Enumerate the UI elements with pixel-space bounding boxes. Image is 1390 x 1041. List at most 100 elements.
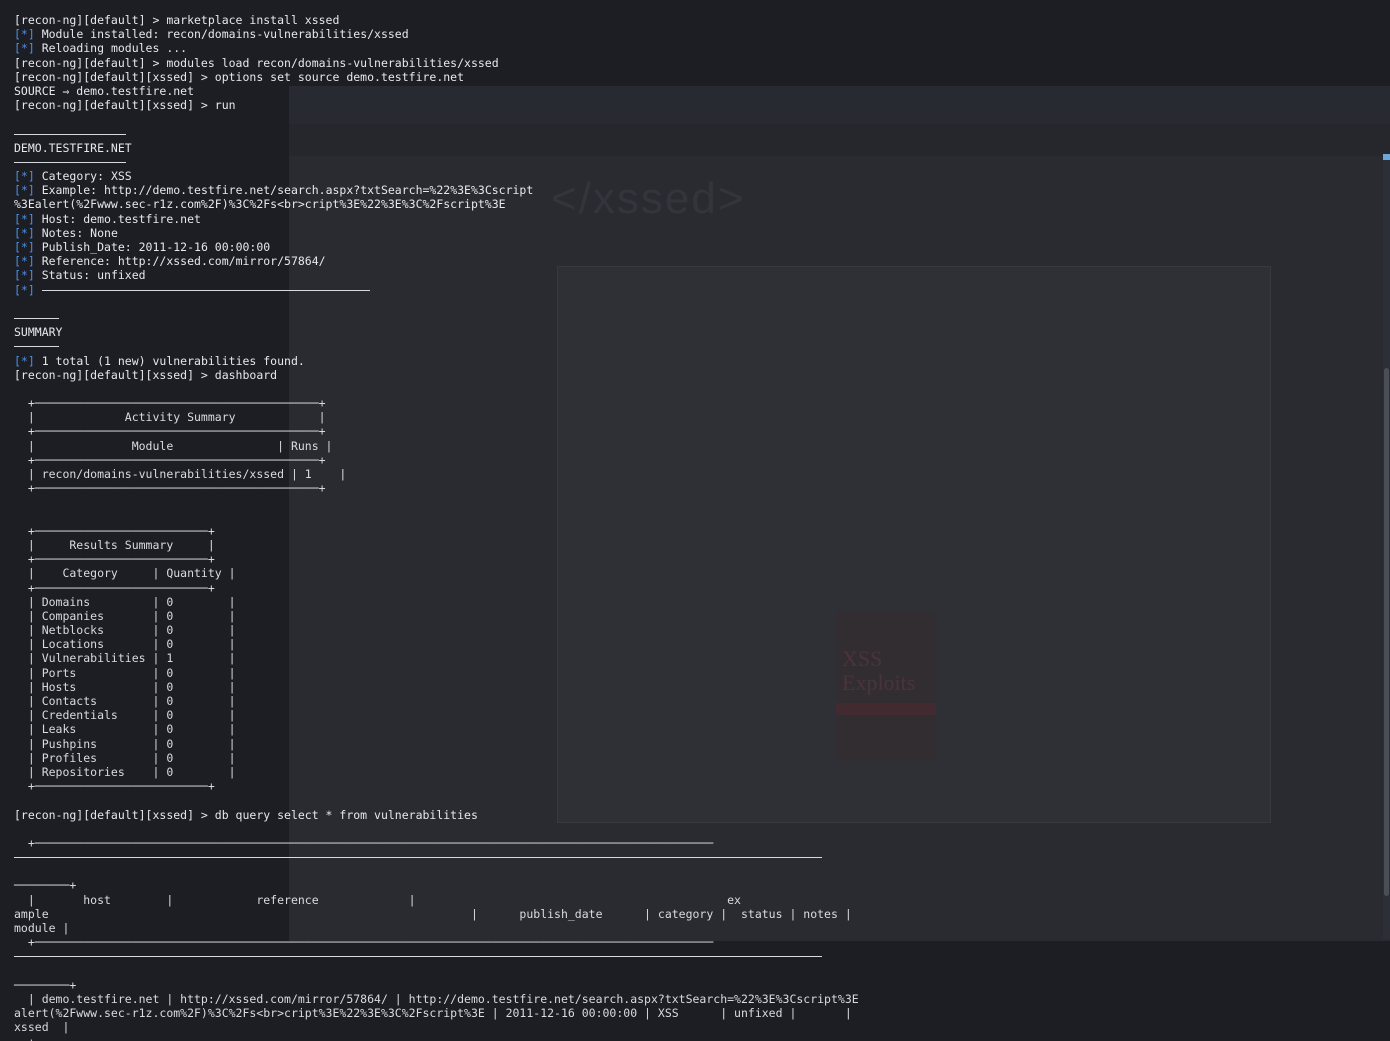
table-line: +───────────────────────────────────────…	[14, 835, 714, 850]
table-line: +─────────────────────────+	[14, 779, 215, 794]
status-line: [*] Category: XSS	[14, 169, 859, 183]
terminal-line: +─────────────────────────+	[14, 524, 859, 538]
terminal-line: SUMMARY	[14, 325, 859, 339]
terminal-line: module |	[14, 921, 859, 935]
terminal-rule	[14, 311, 859, 325]
status-text: Notes: None	[34, 225, 118, 240]
scrollbar-thumb[interactable]	[1384, 368, 1389, 896]
vertical-scrollbar[interactable]	[1383, 154, 1390, 939]
status-text: Status: unfixed	[34, 268, 146, 283]
status-text: Reloading modules ...	[34, 41, 188, 56]
status-tag: [*]	[14, 268, 35, 283]
status-line: [*]	[14, 283, 859, 297]
horizontal-rule	[14, 857, 822, 859]
terminal-rule	[14, 155, 859, 169]
table-line: +───────────────────────────────────────…	[14, 424, 326, 439]
terminal-rule	[14, 127, 859, 141]
status-text: Reference: http://xssed.com/mirror/57864…	[34, 254, 326, 269]
terminal-line: ────────+	[14, 878, 859, 892]
status-line: [*] Reference: http://xssed.com/mirror/5…	[14, 254, 859, 268]
table-line: | Hosts | 0 |	[14, 679, 236, 694]
terminal-line: | demo.testfire.net | http://xssed.com/m…	[14, 992, 859, 1006]
table-line: | Repositories | 0 |	[14, 764, 236, 779]
terminal-rule	[14, 850, 859, 864]
terminal-line: %3Ealert(%2Fwww.sec-r1z.com%2F)%3C%2Fs<b…	[14, 197, 859, 211]
terminal-line: | Companies | 0 |	[14, 609, 859, 623]
table-line: | Activity Summary |	[14, 410, 326, 425]
status-text: Module installed: recon/domains-vulnerab…	[34, 27, 409, 42]
terminal-line: | Results Summary |	[14, 538, 859, 552]
status-tag: [*]	[14, 41, 35, 56]
output-text: SOURCE ⇒ demo.testfire.net	[14, 83, 195, 98]
terminal-line: [recon-ng][default][xssed] > db query se…	[14, 808, 859, 822]
status-tag: [*]	[14, 353, 35, 368]
horizontal-rule	[14, 346, 59, 348]
terminal-line: +───────────────────────────────────────…	[14, 935, 859, 949]
terminal-window[interactable]: </xssed> XSS Exploits [recon-ng][default…	[0, 0, 1390, 1041]
horizontal-rule	[14, 317, 59, 319]
status-tag: [*]	[14, 183, 35, 198]
table-line: | Profiles | 0 |	[14, 750, 236, 765]
table-line: +─────────────────────────+	[14, 552, 215, 567]
output-text: DEMO.TESTFIRE.NET	[14, 140, 132, 155]
terminal-line: +───────────────────────────────────────…	[14, 453, 859, 467]
table-line: ample | publish_date | category | status…	[14, 906, 852, 921]
terminal-output: [recon-ng][default] > marketplace instal…	[14, 13, 859, 1041]
terminal-line: +─────────────────────────+	[14, 779, 859, 793]
table-line: +─────────────────────────+	[14, 523, 215, 538]
terminal-line: | Domains | 0 |	[14, 595, 859, 609]
status-tag: [*]	[14, 211, 35, 226]
terminal-rule	[14, 339, 859, 353]
command-prompt-line: [recon-ng][default][xssed] > db query se…	[14, 807, 478, 822]
terminal-line: | Vulnerabilities | 1 |	[14, 651, 859, 665]
terminal-line: | Pushpins | 0 |	[14, 737, 859, 751]
status-tag: [*]	[14, 282, 35, 297]
terminal-line: +─────────────────────────+	[14, 552, 859, 566]
status-line: [*] 1 total (1 new) vulnerabilities foun…	[14, 354, 859, 368]
terminal-line: | Repositories | 0 |	[14, 765, 859, 779]
table-line: +───────────────────────────────────────…	[14, 396, 326, 411]
table-line: | Companies | 0 |	[14, 608, 236, 623]
table-line: | Netblocks | 0 |	[14, 623, 236, 638]
table-line: ────────+	[14, 977, 77, 992]
terminal-line: ────────+	[14, 978, 859, 992]
status-text: Host: demo.testfire.net	[34, 211, 201, 226]
terminal-line: | Hosts | 0 |	[14, 680, 859, 694]
horizontal-rule	[14, 133, 126, 135]
terminal-line: DEMO.TESTFIRE.NET	[14, 141, 859, 155]
command-prompt-line: [recon-ng][default] > modules load recon…	[14, 55, 499, 70]
table-line: | Category | Quantity |	[14, 566, 236, 581]
table-line: +───────────────────────────────────────…	[14, 1035, 713, 1041]
command-prompt-line: [recon-ng][default][xssed] > options set…	[14, 69, 465, 84]
terminal-line: xssed |	[14, 1020, 859, 1034]
table-line: +───────────────────────────────────────…	[14, 481, 326, 496]
table-line: | Credentials | 0 |	[14, 708, 236, 723]
table-line: +─────────────────────────+	[14, 580, 215, 595]
terminal-line: | Category | Quantity |	[14, 566, 859, 580]
table-line: +───────────────────────────────────────…	[14, 935, 714, 950]
status-line: [*] Module installed: recon/domains-vuln…	[14, 27, 859, 41]
status-tag: [*]	[14, 240, 35, 254]
table-line: | recon/domains-vulnerabilities/xssed | …	[14, 467, 347, 481]
terminal-line: alert(%2Fwww.sec-r1z.com%2F)%3C%2Fs<br>c…	[14, 1006, 859, 1020]
scrollbar-accent	[1383, 154, 1390, 160]
terminal-line: +───────────────────────────────────────…	[14, 836, 859, 850]
terminal-line: | Activity Summary |	[14, 410, 859, 424]
terminal-line: | Netblocks | 0 |	[14, 623, 859, 637]
terminal-line: [recon-ng][default] > marketplace instal…	[14, 13, 859, 27]
terminal-line: [recon-ng][default][xssed] > run	[14, 98, 859, 112]
terminal-line: +───────────────────────────────────────…	[14, 481, 859, 495]
table-line: | host | reference | ex	[14, 892, 741, 907]
status-line: [*] Host: demo.testfire.net	[14, 212, 859, 226]
status-line: [*] Publish_Date: 2011-12-16 00:00:00	[14, 240, 859, 254]
horizontal-rule	[41, 289, 370, 291]
terminal-line: [recon-ng][default] > modules load recon…	[14, 56, 859, 70]
status-text: Publish_Date: 2011-12-16 00:00:00	[34, 240, 271, 254]
status-text: Example: http://demo.testfire.net/search…	[34, 183, 534, 198]
horizontal-rule	[14, 161, 126, 163]
